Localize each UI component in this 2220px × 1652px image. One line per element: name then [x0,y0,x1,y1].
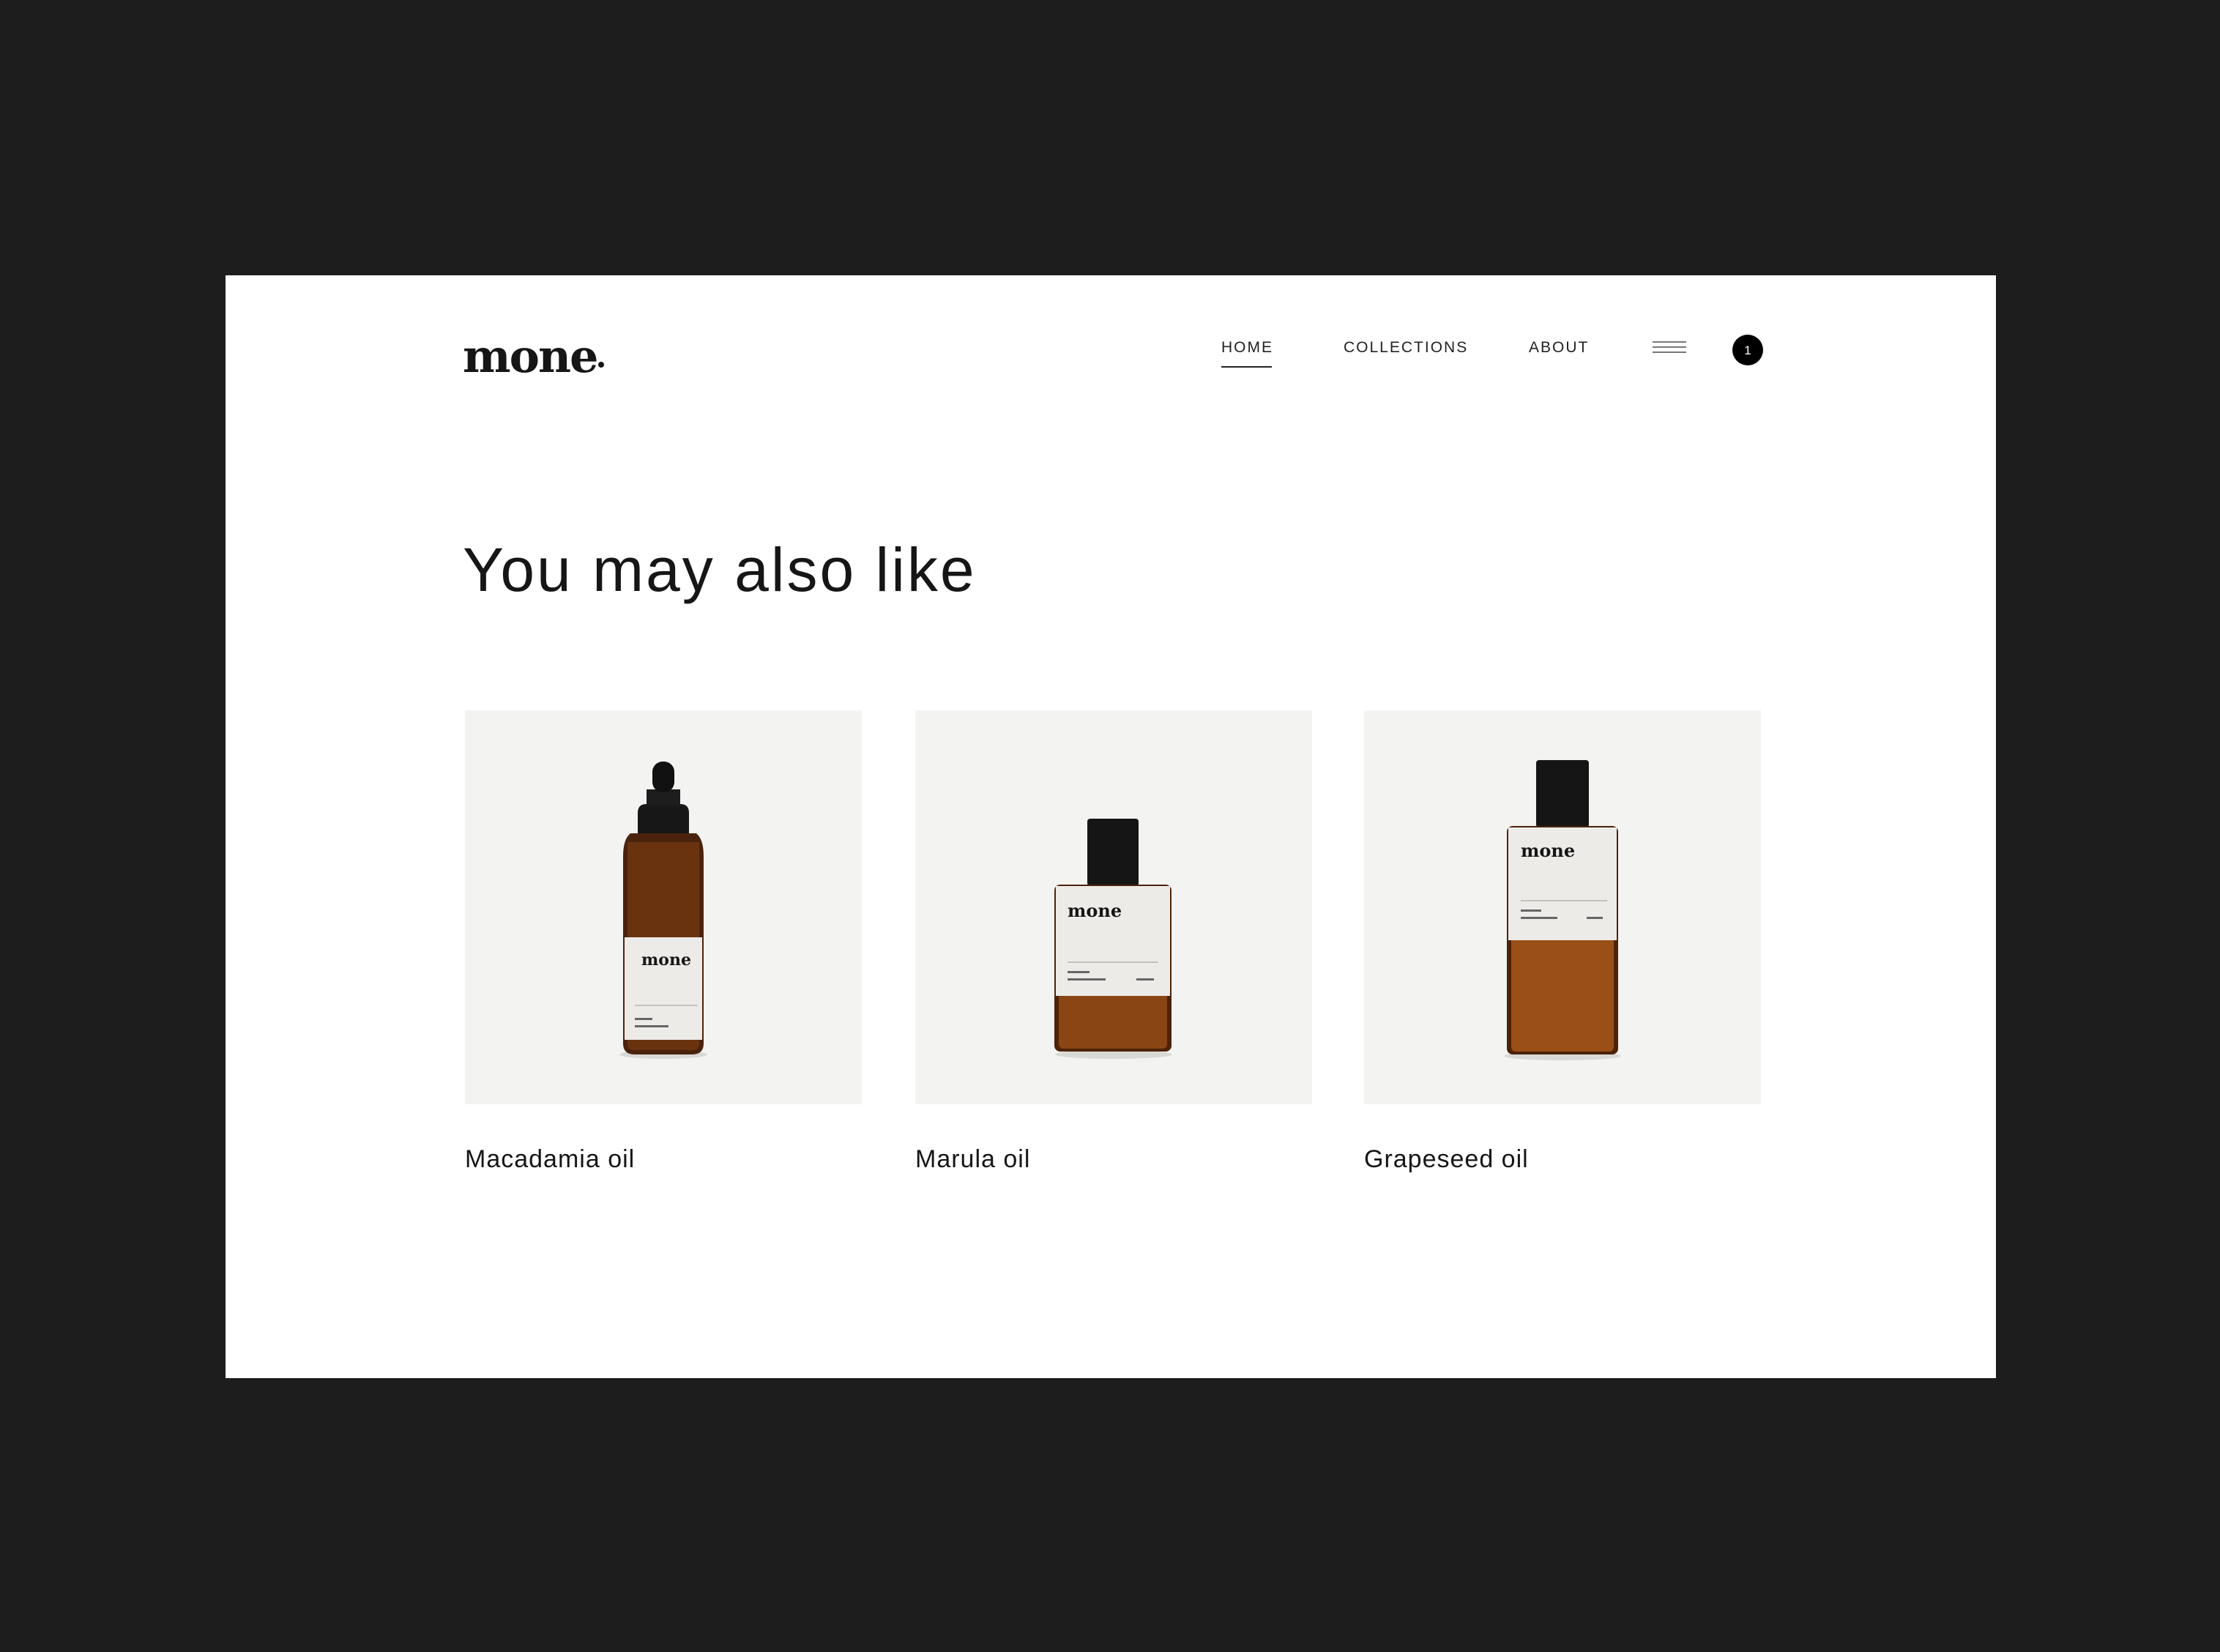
tall-bottle-image: mone [1504,760,1621,1060]
product-card-grapeseed[interactable]: mone [1364,710,1761,1104]
bottle-label-text: mone [1068,900,1122,921]
section-title: You may also like [463,535,977,604]
bottle-label-text: mone [1521,840,1575,861]
cart-count-badge[interactable]: 1 [1732,335,1763,365]
nav-home[interactable]: HOME [1221,340,1273,368]
brand-logo[interactable]: mone [463,334,605,379]
product-image[interactable]: mone [1364,710,1761,1104]
nav-collections[interactable]: COLLECTIONS [1344,340,1468,355]
bottle-label-text: mone [641,950,691,970]
brand-logo-text: mone [463,330,598,383]
hamburger-icon[interactable] [1653,341,1686,356]
nav-about[interactable]: ABOUT [1529,340,1589,355]
square-bottle-image: mone [1054,819,1172,1059]
product-name[interactable]: Macadamia oil [465,1147,635,1172]
logo-dot [598,362,605,368]
product-card-marula[interactable]: mone [915,710,1312,1104]
dropper-bottle-image: mone [619,762,707,1059]
product-image[interactable]: mone [915,710,1312,1104]
product-name[interactable]: Marula oil [915,1147,1030,1172]
product-image[interactable]: mone [465,710,862,1104]
product-name[interactable]: Grapeseed oil [1364,1147,1529,1172]
page: mone HOME COLLECTIONS ABOUT 1 You may al… [226,275,1996,1378]
product-card-macadamia[interactable]: mone [465,710,862,1104]
